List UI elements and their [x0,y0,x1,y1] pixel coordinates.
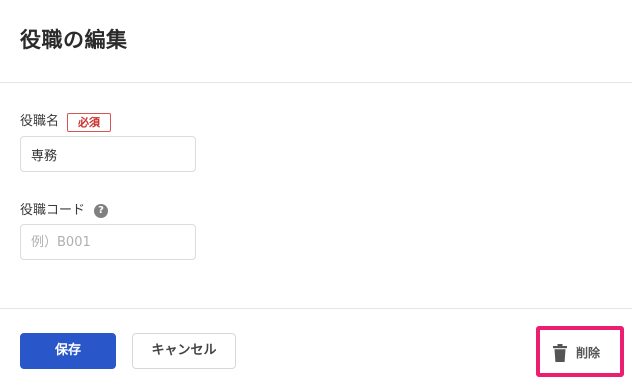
cancel-button[interactable]: キャンセル [132,333,236,369]
position-code-label: 役職コード [20,203,86,218]
footer-divider [0,308,632,309]
page-title: 役職の編集 [20,28,128,52]
position-code-input[interactable] [20,224,196,260]
save-button[interactable]: 保存 [20,333,116,369]
required-badge: 必須 [67,113,111,132]
delete-button[interactable]: 削除 [536,326,624,377]
trash-icon [553,344,567,362]
delete-label: 削除 [576,346,601,360]
position-name-input[interactable] [20,136,196,172]
edit-position-dialog: 役職の編集 役職名 必須 役職コード ? 保存 キャンセル 削除 [0,0,632,388]
position-name-label: 役職名 [20,114,60,129]
help-icon[interactable]: ? [94,204,108,218]
dialog-header: 役職の編集 [0,0,632,83]
